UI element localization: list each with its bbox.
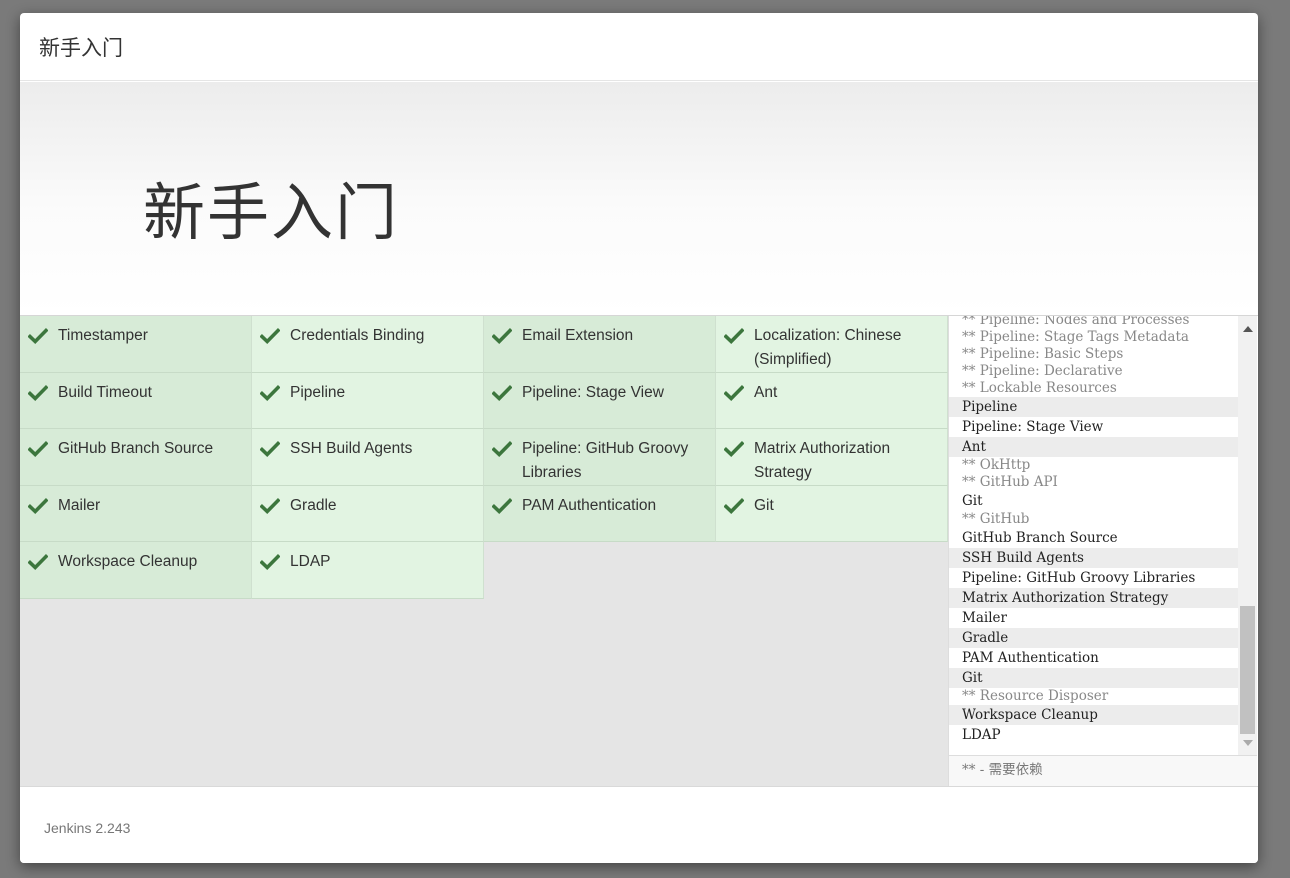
check-icon [28,553,48,571]
plugin-item: Gradle [252,485,484,542]
setup-dialog: 新手入门 新手入门 Timestamper Credentials Binding… [20,13,1258,863]
plugin-item: PAM Authentication [484,485,716,542]
check-icon [260,440,280,458]
check-icon [260,327,280,345]
log-dependency-line: ** GitHub API [962,474,1058,490]
install-log-scroll[interactable]: ** Pipeline: Nodes and Processes ** Pipel… [949,316,1238,755]
check-icon [724,440,744,458]
plugin-name: GitHub Branch Source [58,440,214,457]
plugin-item: Workspace Cleanup [20,542,252,599]
jenkins-version: Jenkins 2.243 [44,820,131,836]
check-icon [492,327,512,345]
plugin-item: Git [716,485,948,542]
page-title: 新手入门 [143,176,400,249]
log-dependency-line: ** Pipeline: Basic Steps [962,346,1124,362]
plugin-name: Matrix Authorization Strategy [754,440,891,481]
check-icon [260,553,280,571]
log-plugin-line: Git [949,668,1238,688]
log-plugin-line: Matrix Authorization Strategy [949,588,1238,608]
log-dependency-line: ** Lockable Resources [962,380,1117,396]
dialog-title: 新手入门 [39,35,123,60]
scroll-up-arrow-icon[interactable] [1243,326,1253,332]
check-icon [492,497,512,514]
check-icon [492,440,512,458]
check-icon [260,384,280,401]
log-dependency-line: ** Pipeline: Nodes and Processes [962,316,1190,328]
plugin-name: Workspace Cleanup [58,553,198,570]
check-icon [724,384,744,401]
check-icon [28,497,48,514]
plugin-item: Credentials Binding [252,316,484,373]
dependency-legend: ** - 需要依赖 [949,755,1257,786]
plugin-name: Pipeline: Stage View [522,383,664,401]
plugin-name: Build Timeout [58,383,152,401]
dialog-header: 新手入门 [20,13,1258,81]
log-plugin-line: Pipeline [949,397,1238,417]
plugin-item: Pipeline [252,372,484,429]
plugin-name: Pipeline [290,383,346,401]
log-dependency-line: ** Pipeline: Stage Tags Metadata [962,329,1189,345]
plugin-item: Email Extension [484,316,716,373]
install-log-list: ** Pipeline: Nodes and Processes ** Pipel… [949,316,1238,745]
plugin-name: Email Extension [522,327,634,344]
plugin-item: Mailer [20,485,252,542]
scrollbar-thumb[interactable] [1240,606,1255,734]
log-scrollbar[interactable] [1238,316,1257,755]
log-dependency-line: ** Resource Disposer [962,688,1109,704]
plugin-item: GitHub Branch Source [20,429,252,486]
plugin-item: Pipeline: GitHub Groovy Libraries [484,429,716,486]
log-dependency-line: ** OkHttp [962,457,1031,473]
plugin-item: LDAP [252,542,484,599]
plugin-name: Ant [754,383,778,401]
plugin-item: Build Timeout [20,372,252,429]
plugin-item: Localization: Chinese (Simplified) [716,316,948,373]
plugin-name: Git [754,496,774,514]
log-plugin-line: PAM Authentication [962,650,1099,666]
check-icon [724,327,744,345]
log-plugin-line: LDAP [962,727,1001,743]
check-icon [492,384,512,401]
check-icon [724,497,744,514]
plugin-name: Localization: Chinese (Simplified) [754,327,902,368]
log-dependency-line: ** GitHub [962,511,1030,527]
check-icon [260,497,280,514]
plugin-name: PAM Authentication [522,496,657,514]
log-plugin-line: Git [962,493,983,509]
plugin-item: Pipeline: Stage View [484,372,716,429]
log-plugin-line: SSH Build Agents [949,548,1238,568]
log-plugin-line: Pipeline: GitHub Groovy Libraries [962,570,1196,586]
check-icon [28,440,48,458]
install-body: Timestamper Credentials Binding Email Exte… [20,316,1258,786]
plugin-name: SSH Build Agents [290,440,413,457]
plugin-name: Gradle [290,496,337,514]
log-plugin-line: GitHub Branch Source [962,530,1118,546]
log-plugin-line: Workspace Cleanup [949,705,1238,725]
log-plugin-line: Gradle [949,628,1238,648]
plugin-item: Ant [716,372,948,429]
log-plugin-line: Mailer [962,610,1007,626]
plugin-item: SSH Build Agents [252,429,484,486]
log-dependency-line: ** Pipeline: Declarative [962,363,1123,379]
dialog-footer: Jenkins 2.243 [20,786,1258,863]
log-plugin-line: Ant [949,437,1238,457]
check-icon [28,384,48,401]
plugin-name: Credentials Binding [290,327,425,344]
plugin-item: Matrix Authorization Strategy [716,429,948,486]
plugin-name: Pipeline: GitHub Groovy Libraries [522,440,689,481]
plugin-name: LDAP [290,553,331,570]
hero-banner: 新手入门 [20,82,1258,352]
plugin-name: Mailer [58,496,101,514]
plugin-name: Timestamper [58,327,148,344]
check-icon [28,327,48,345]
install-log-panel: ** Pipeline: Nodes and Processes ** Pipel… [948,316,1258,786]
scroll-down-arrow-icon[interactable] [1243,740,1253,746]
log-plugin-line: Pipeline: Stage View [962,419,1104,435]
plugin-grid: Timestamper Credentials Binding Email Exte… [20,316,948,599]
plugin-item: Timestamper [20,316,252,373]
